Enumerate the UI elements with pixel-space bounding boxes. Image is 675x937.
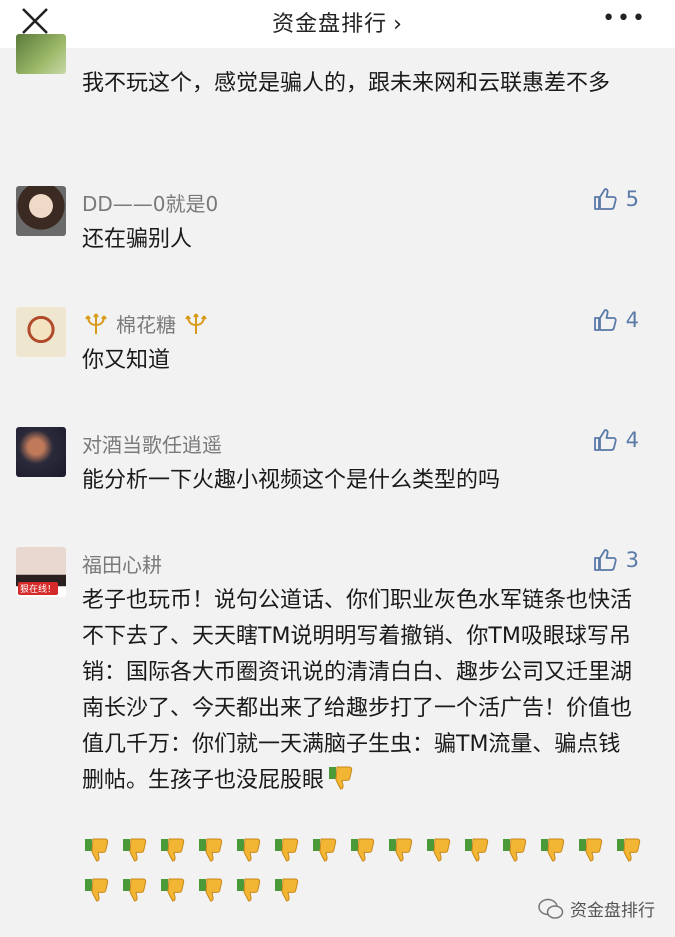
thumbs-up-icon [593, 309, 617, 331]
avatar[interactable] [16, 186, 66, 236]
commenter-name[interactable]: DD——0就是0 [82, 188, 218, 217]
thumbs-down-emoji [424, 835, 454, 869]
thumbs-down-emoji [310, 835, 340, 869]
page-title-text: 资金盘排行 [272, 12, 388, 37]
thumbs-up-icon [593, 429, 617, 451]
thumbs-down-emoji [82, 875, 112, 909]
like-button[interactable]: 4 [592, 307, 639, 333]
emoji-row [82, 875, 302, 909]
thumbs-down-emoji [326, 763, 356, 805]
thumbs-down-emoji [120, 835, 150, 869]
thumbs-down-emoji [120, 875, 150, 909]
like-count: 4 [625, 428, 639, 452]
comment-text: 还在骗别人 [82, 227, 193, 252]
comment-text: 能分析一下火趣小视频这个是什么类型的吗 [82, 468, 501, 493]
like-count: 5 [625, 187, 639, 211]
like-count: 4 [625, 308, 639, 332]
top-bar: 资金盘排行 › ••• [0, 0, 675, 48]
thumbs-down-emoji [234, 835, 264, 869]
avatar[interactable] [16, 427, 66, 477]
watermark-text: 资金盘排行 [570, 901, 655, 921]
watermark: 资金盘排行 [538, 896, 655, 921]
commenter-name-text: 棉花糖 [116, 313, 176, 337]
comment-text: 老子也玩币！说句公道话、你们职业灰色水军链条也快活不下去了、天天瞎TM说明明写着… [82, 583, 637, 805]
thumbs-down-emoji [500, 835, 530, 869]
thumbs-up-icon [593, 549, 617, 571]
like-button[interactable]: 4 [592, 427, 639, 453]
thumbs-down-emoji [158, 835, 188, 869]
thumbs-down-emoji [614, 835, 644, 869]
thumbs-down-emoji [158, 875, 188, 909]
page-title[interactable]: 资金盘排行 › [0, 6, 675, 38]
thumbs-down-emoji [82, 835, 112, 869]
avatar[interactable] [16, 34, 66, 74]
thumbs-down-emoji [462, 835, 492, 869]
trident-icon [85, 312, 107, 334]
comment-text-content: 老子也玩币！说句公道话、你们职业灰色水军链条也快活不下去了、天天瞎TM说明明写着… [82, 588, 633, 793]
commenter-name[interactable]: 对酒当歌任逍遥 [82, 429, 222, 458]
commenter-name[interactable]: 棉花糖 [82, 309, 210, 338]
avatar-badge: 狠在线！ [18, 582, 59, 595]
like-button[interactable]: 3 [592, 547, 639, 573]
like-count: 3 [625, 548, 639, 572]
like-button[interactable]: 5 [592, 186, 639, 212]
thumbs-down-emoji [576, 835, 606, 869]
more-button[interactable]: ••• [602, 6, 647, 31]
avatar[interactable]: 狠在线！ [16, 547, 66, 597]
thumbs-down-emoji [538, 835, 568, 869]
trident-icon [185, 312, 207, 334]
thumbs-down-emoji [272, 835, 302, 869]
thumbs-down-emoji [386, 835, 416, 869]
comment-text: 你又知道 [82, 348, 171, 373]
comment-text: 我不玩这个，感觉是骗人的，跟未来网和云联惠差不多 [82, 71, 611, 96]
emoji-row [82, 835, 644, 869]
thumbs-down-emoji [272, 875, 302, 909]
thumbs-down-emoji [348, 835, 378, 869]
thumbs-down-emoji [196, 875, 226, 909]
avatar[interactable] [16, 307, 66, 357]
thumbs-up-icon [593, 188, 617, 210]
thumbs-down-emoji [196, 835, 226, 869]
commenter-name[interactable]: 福田心耕 [82, 549, 162, 578]
thumbs-down-emoji [234, 875, 264, 909]
chevron-right-icon: › [393, 12, 403, 37]
wechat-icon [538, 898, 564, 919]
